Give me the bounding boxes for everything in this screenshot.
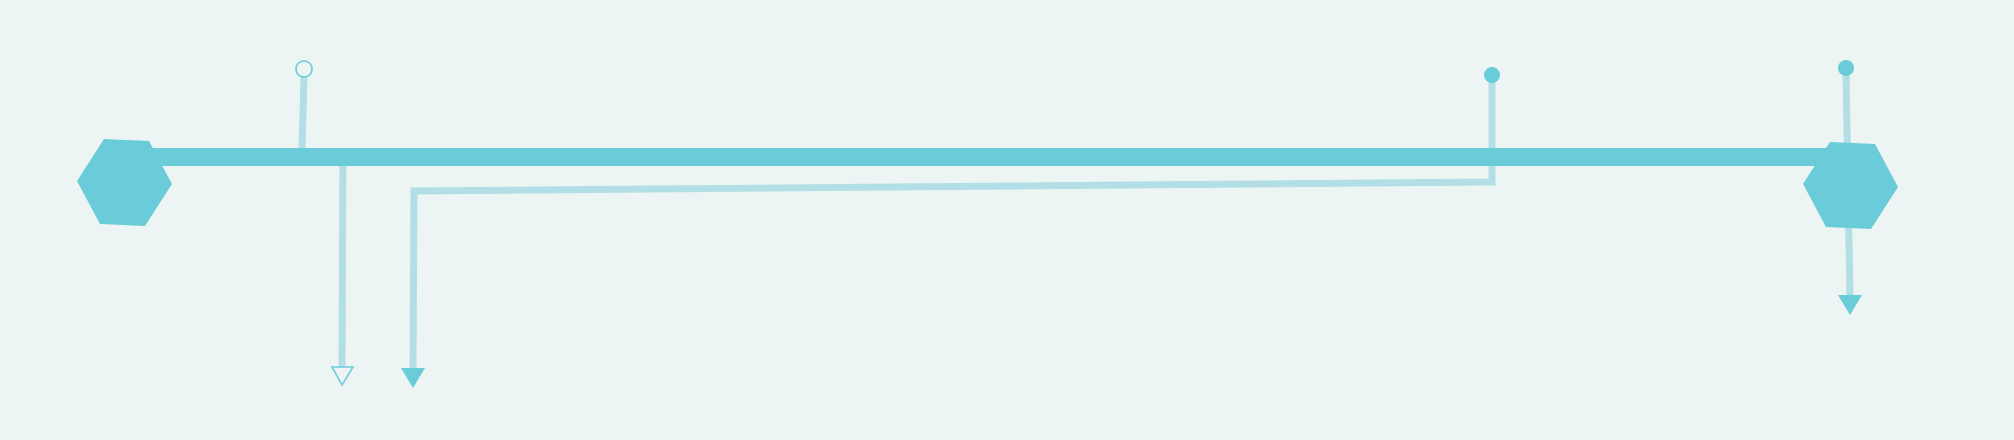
diagram-canvas <box>0 0 2014 436</box>
connector-left-top <box>298 76 308 151</box>
open-circle-node <box>295 60 313 78</box>
main-bar <box>140 148 1870 166</box>
connector-left-down <box>338 149 347 369</box>
filled-circle-node-right <box>1838 60 1854 76</box>
diagram-svg <box>0 0 2014 436</box>
filled-circle-node <box>1484 67 1500 83</box>
